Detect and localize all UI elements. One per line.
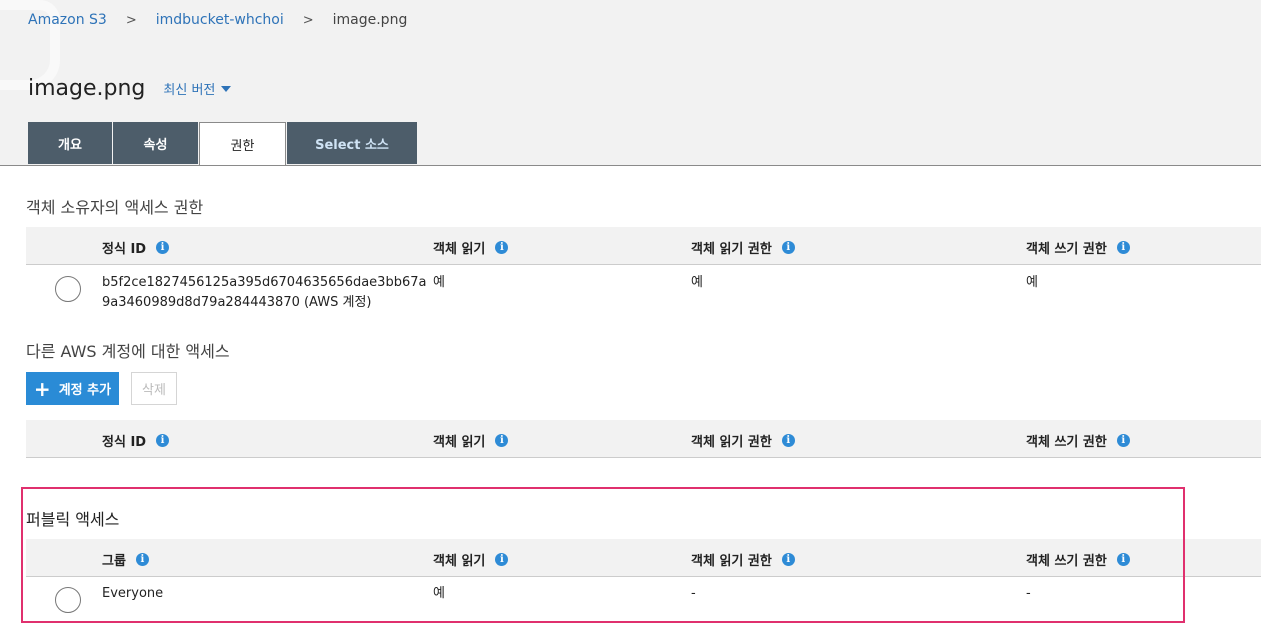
breadcrumb-amazon-s3[interactable]: Amazon S3 — [28, 12, 107, 28]
tab-label: Select 소스 — [315, 137, 389, 153]
public-access-highlight-box — [21, 487, 1185, 623]
column-label: 객체 읽기 권한 — [691, 435, 772, 450]
owner-section-title: 객체 소유자의 액세스 권한 — [26, 198, 204, 217]
breadcrumb: Amazon S3 > imdbucket-whchoi > image.png — [28, 12, 407, 28]
tab-label: 권한 — [230, 139, 255, 154]
version-label: 최신 버전 — [163, 83, 216, 98]
info-icon[interactable]: i — [1116, 434, 1130, 447]
caret-down-icon — [221, 85, 232, 92]
other-accounts-table-header: 정식 ID i 객체 읽기 i 객체 읽기 권한 i 객체 쓰기 권한 i — [26, 420, 1261, 458]
owner-row-radio[interactable] — [55, 276, 81, 302]
title-row: image.png 최신 버전 — [28, 76, 232, 101]
info-icon[interactable]: i — [781, 434, 795, 447]
column-read-acl: 객체 읽기 권한 i — [691, 431, 795, 450]
info-icon[interactable]: i — [495, 241, 509, 254]
owner-read-acl-value: 예 — [691, 275, 703, 290]
column-label: 정식 ID — [102, 435, 147, 450]
tab-bar: 개요 속성 권한 Select 소스 — [28, 122, 418, 166]
owner-id-line: 9a3460989d8d79a284443870 (AWS 계정) — [102, 295, 372, 310]
column-canonical-id: 정식 ID i — [102, 238, 170, 257]
info-icon[interactable]: i — [156, 241, 170, 254]
tab-label: 개요 — [58, 137, 82, 153]
column-label: 정식 ID — [102, 242, 147, 257]
add-account-button[interactable]: + 계정 추가 — [26, 372, 119, 405]
add-account-label: 계정 추가 — [58, 383, 112, 398]
tab-overview[interactable]: 개요 — [28, 122, 112, 164]
column-label: 객체 쓰기 권한 — [1026, 435, 1107, 450]
tab-select-from[interactable]: Select 소스 — [287, 122, 417, 164]
breadcrumb-current: image.png — [332, 12, 408, 28]
other-accounts-section-title: 다른 AWS 계정에 대한 액세스 — [26, 342, 230, 361]
column-object-read: 객체 읽기 i — [433, 431, 509, 450]
owner-object-read-value: 예 — [433, 275, 445, 290]
column-read-acl: 객체 읽기 권한 i — [691, 238, 795, 257]
version-dropdown[interactable]: 최신 버전 — [163, 79, 232, 98]
info-icon[interactable]: i — [156, 434, 170, 447]
column-label: 객체 읽기 — [433, 435, 486, 450]
breadcrumb-separator-icon: > — [302, 12, 314, 28]
page-title: image.png — [28, 76, 146, 101]
page-header: Amazon S3 > imdbucket-whchoi > image.png… — [0, 0, 1261, 166]
plus-icon: + — [33, 376, 51, 401]
breadcrumb-bucket[interactable]: imdbucket-whchoi — [156, 12, 284, 28]
column-label: 객체 읽기 권한 — [691, 242, 772, 257]
info-icon[interactable]: i — [495, 434, 509, 447]
column-label: 객체 읽기 — [433, 242, 486, 257]
permissions-panel: 객체 소유자의 액세스 권한 정식 ID i 객체 읽기 i 객체 읽기 권한 i 객… — [0, 166, 1261, 644]
owner-write-acl-value: 예 — [1026, 275, 1038, 290]
tab-permissions[interactable]: 권한 — [199, 122, 286, 166]
info-icon[interactable]: i — [1116, 241, 1130, 254]
owner-canonical-id: b5f2ce1827456125a395d6704635656dae3bb67a… — [102, 273, 426, 313]
column-write-acl: 객체 쓰기 권한 i — [1026, 238, 1130, 257]
info-icon[interactable]: i — [781, 241, 795, 254]
column-object-read: 객체 읽기 i — [433, 238, 509, 257]
breadcrumb-separator-icon: > — [125, 12, 137, 28]
column-canonical-id: 정식 ID i — [102, 431, 170, 450]
owner-table-header: 정식 ID i 객체 읽기 i 객체 읽기 권한 i 객체 쓰기 권한 i — [26, 227, 1261, 265]
tab-properties[interactable]: 속성 — [113, 122, 198, 164]
tab-label: 속성 — [143, 137, 168, 153]
column-label: 객체 쓰기 권한 — [1026, 242, 1107, 257]
delete-button[interactable]: 삭제 — [131, 372, 177, 405]
column-write-acl: 객체 쓰기 권한 i — [1026, 431, 1130, 450]
owner-id-line: b5f2ce1827456125a395d6704635656dae3bb67a — [102, 275, 427, 290]
